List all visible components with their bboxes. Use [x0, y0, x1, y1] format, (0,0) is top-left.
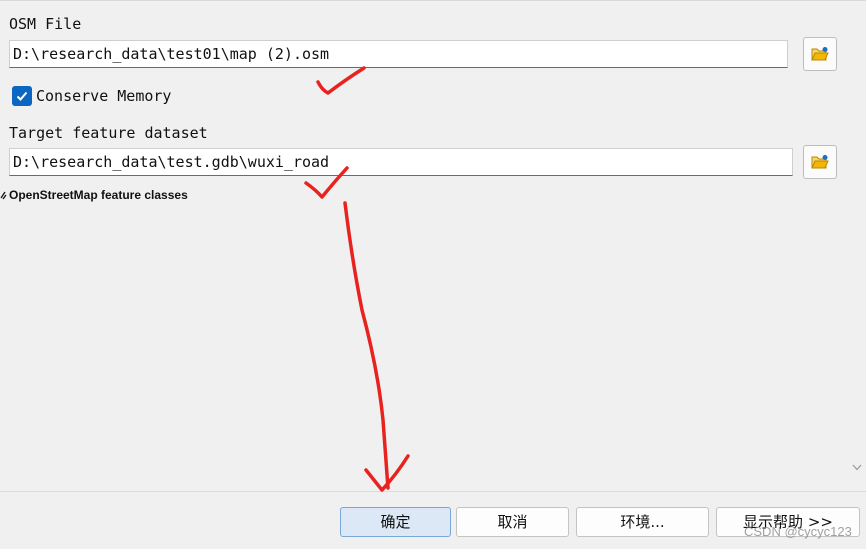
scroll-down-arrow-icon [852, 464, 862, 470]
red-annotation-marks [304, 66, 410, 492]
osm-file-browse-button[interactable] [803, 37, 837, 71]
tool-dialog: OSM File D:\research_data\test01\map (2)… [0, 0, 866, 549]
environments-button[interactable]: 环境... [576, 507, 709, 537]
collapse-chevron-icon [0, 191, 7, 200]
open-folder-icon [811, 47, 829, 61]
feature-classes-section-header[interactable]: OpenStreetMap feature classes [0, 187, 188, 203]
checkmark-icon [16, 91, 28, 101]
conserve-memory-checkbox[interactable] [12, 86, 32, 106]
annotation-checkmark-osm [316, 66, 366, 95]
watermark: CSDN @cycyc123 [744, 524, 852, 539]
scroll-down-button[interactable] [851, 460, 863, 474]
target-dataset-browse-button[interactable] [803, 145, 837, 179]
target-dataset-input[interactable]: D:\research_data\test.gdb\wuxi_road [9, 148, 793, 176]
top-divider [0, 0, 866, 1]
conserve-memory-label: Conserve Memory [36, 87, 172, 105]
ok-button[interactable]: 确定 [340, 507, 451, 537]
target-dataset-label: Target feature dataset [9, 124, 208, 142]
dialog-footer: 确定 取消 环境... 显示帮助 >> [0, 491, 866, 549]
osm-file-label: OSM File [9, 15, 82, 33]
cancel-button[interactable]: 取消 [456, 507, 569, 537]
open-folder-icon [811, 155, 829, 169]
osm-file-input[interactable]: D:\research_data\test01\map (2).osm [9, 40, 788, 68]
feature-classes-section-title: OpenStreetMap feature classes [9, 188, 188, 202]
annotation-arrow-head [364, 454, 410, 492]
annotation-down-arrow [343, 201, 390, 490]
